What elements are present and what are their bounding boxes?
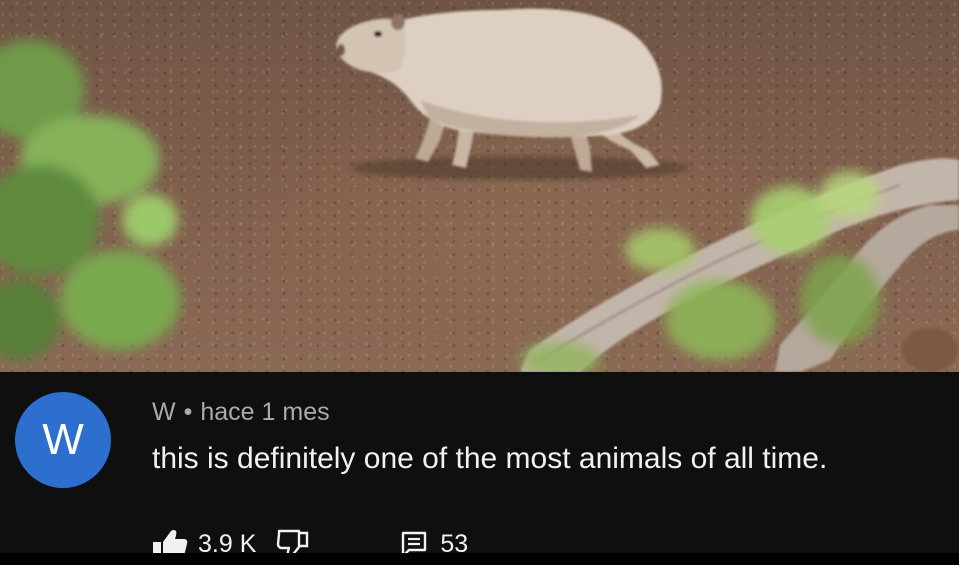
avatar-letter: W xyxy=(42,415,84,464)
foreground-leaves-left xyxy=(0,40,180,360)
comment-meta: W • hace 1 mes xyxy=(152,398,330,427)
comment-time[interactable]: hace 1 mes xyxy=(200,398,329,426)
author-name[interactable]: W xyxy=(152,398,176,426)
comment-text: this is definitely one of the most anima… xyxy=(152,442,828,475)
comment-card: W W • hace 1 mes this is definitely one of… xyxy=(0,372,959,565)
capybara xyxy=(336,8,662,172)
avatar[interactable]: W xyxy=(15,392,111,488)
photo-illustration xyxy=(0,8,959,372)
screenshot-frame: W W • hace 1 mes this is definitely one of… xyxy=(0,0,959,565)
meta-separator: • xyxy=(183,398,193,426)
bottom-edge xyxy=(0,553,959,565)
capybara-photo xyxy=(0,0,959,372)
